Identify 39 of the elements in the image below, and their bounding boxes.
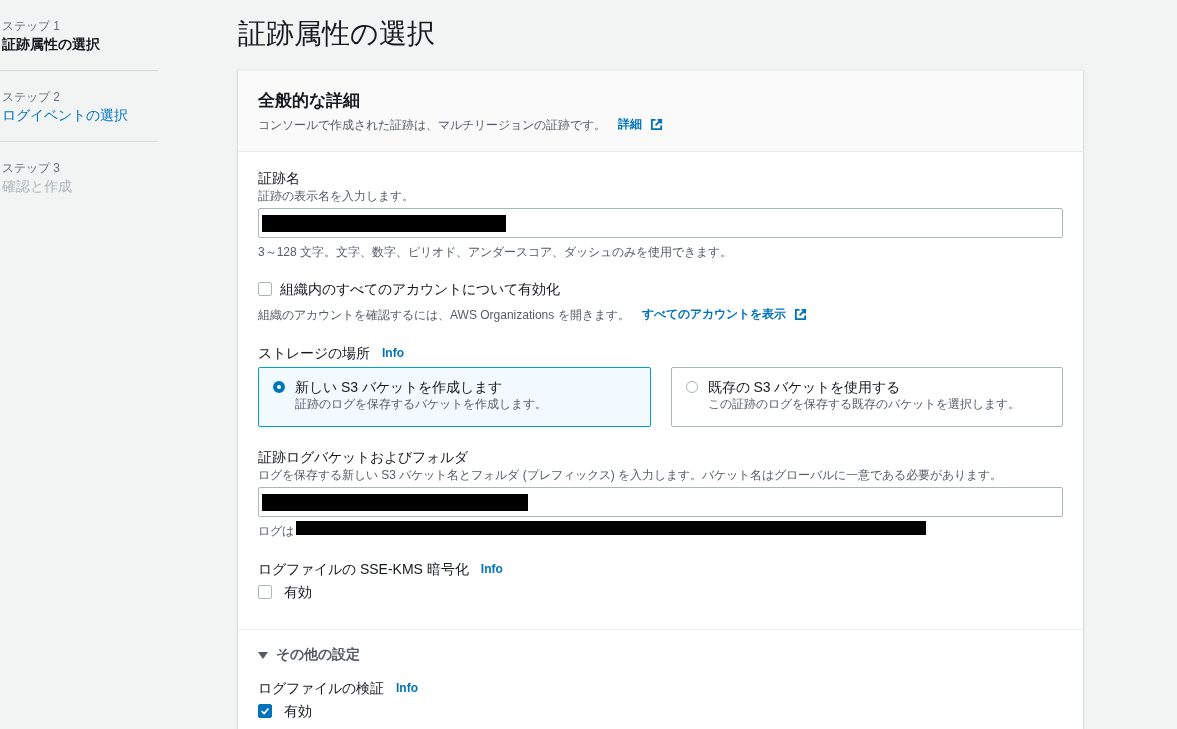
step-title: 証跡属性の選択 xyxy=(2,35,101,54)
checkbox-label: 組織内のすべてのアカウントについて有効化 xyxy=(280,280,560,298)
info-link[interactable]: Info xyxy=(396,681,418,695)
step-label: ステップ 2 xyxy=(2,89,61,105)
field-label: ストレージの場所 xyxy=(258,344,370,363)
bucket-input[interactable] xyxy=(258,487,1063,517)
field-label: 証跡名 xyxy=(258,169,301,188)
checkbox-label: 有効 xyxy=(284,583,312,601)
field-constraint: 3～128 文字。文字、数字、ピリオド、アンダースコア、ダッシュのみを使用できます。 xyxy=(258,244,734,260)
radio-tile[interactable]: 新しい S3 バケットを作成します 証跡のログを保存するバケットを作成します。 xyxy=(258,367,651,427)
field-hint: 組織のアカウントを確認するには、AWS Organizations を開きます。 xyxy=(258,306,630,323)
expander-header[interactable]: その他の設定 xyxy=(258,646,1063,664)
view-accounts-link[interactable]: すべてのアカウントを表示 xyxy=(641,306,786,323)
field-description: ログを保存する新しい S3 バケット名とフォルダ (プレフィックス) を入力します。バケット名はグローバルに一意である必要があります。 xyxy=(258,467,1003,483)
checkmark-icon xyxy=(259,705,271,717)
trail-name-input[interactable] xyxy=(258,208,1063,238)
checkbox[interactable] xyxy=(258,282,272,296)
external-link-icon xyxy=(650,118,663,131)
info-link[interactable]: Info xyxy=(480,562,503,576)
checkbox[interactable] xyxy=(258,585,272,599)
field-label: 証跡ログバケットおよびフォルダ xyxy=(258,448,469,467)
step-title: 確認と作成 xyxy=(2,177,73,196)
field-description: 証跡の表示名を入力します。 xyxy=(258,188,415,204)
checkbox[interactable] xyxy=(258,704,272,718)
page-title: 証跡属性の選択 xyxy=(238,17,436,51)
panel-title: 全般的な詳細 xyxy=(258,90,361,112)
panel-description: コンソールで作成された証跡は、マルチリージョンの証跡です。 xyxy=(258,116,606,133)
info-link[interactable]: Info xyxy=(382,346,404,360)
external-link-icon xyxy=(793,308,807,321)
field-hint: ログは xyxy=(258,523,294,539)
step-label: ステップ 1 xyxy=(2,18,61,34)
field-label: ログファイルの検証 xyxy=(258,679,384,698)
caret-icon xyxy=(258,650,268,660)
step-title[interactable]: ログイベントの選択 xyxy=(2,105,158,125)
radio-tile[interactable]: 既存の S3 バケットを使用する この証跡のログを保存する既存のバケットを選択します。 xyxy=(670,367,1063,427)
checkbox-label: 有効 xyxy=(284,702,312,720)
step-label: ステップ 3 xyxy=(2,160,61,176)
field-label: ログファイルの SSE-KMS 暗号化 xyxy=(258,560,469,579)
details-link[interactable]: 詳細 xyxy=(618,116,642,133)
